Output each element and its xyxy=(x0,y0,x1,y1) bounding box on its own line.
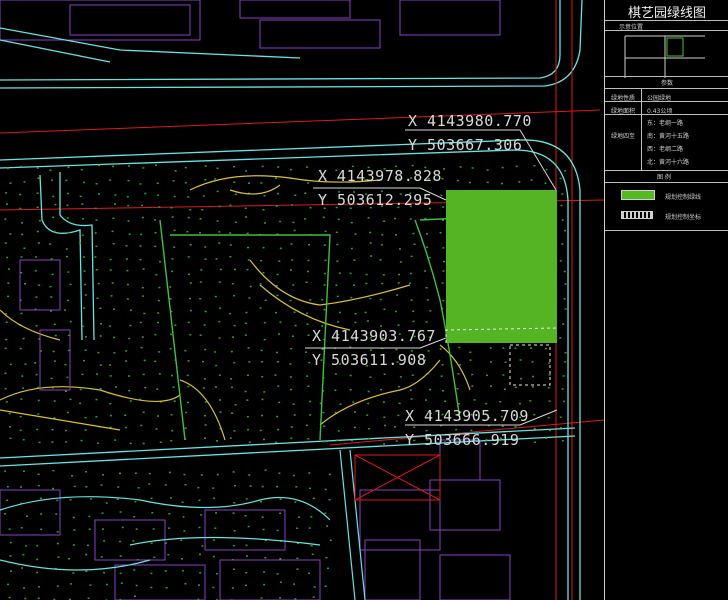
param-value: 西：老纲二路 xyxy=(647,146,684,153)
coord-label-2-y: Y 503612.295 xyxy=(318,191,433,209)
coord-label-2-x: X 4143978.828 xyxy=(318,167,442,185)
coord-label-4-y: Y 503666.919 xyxy=(405,431,520,449)
panel-divider xyxy=(605,170,728,171)
param-value: 南：黄河十五路 xyxy=(647,133,690,140)
panel-divider xyxy=(605,182,728,183)
param-value: 东：老纲一路 xyxy=(647,120,684,127)
title-block-panel: 棋艺园绿线图 示意位置 参数 绿地性质 公园绿地 绿地面积 0.43公顷 东：老… xyxy=(604,0,728,600)
coord-label-4-x: X 4143905.709 xyxy=(405,407,529,425)
panel-divider xyxy=(605,30,728,31)
legend-label: 规划控制坐标 xyxy=(665,214,702,221)
location-diagram xyxy=(624,35,705,78)
panel-divider xyxy=(605,76,728,77)
panel-divider xyxy=(605,20,728,21)
coord-label-3-y: Y 503611.908 xyxy=(312,351,427,369)
param-value: 北：黄河十六路 xyxy=(647,159,690,166)
coord-label-1-x: X 4143980.770 xyxy=(408,112,532,130)
top-roads xyxy=(0,0,583,89)
green-control-area[interactable] xyxy=(446,190,557,343)
panel-divider xyxy=(605,101,728,102)
cad-drawing-canvas[interactable]: X 4143980.770 Y 503667.306 X 4143978.828… xyxy=(0,0,604,600)
coord-label-1-y: Y 503667.306 xyxy=(408,136,523,154)
legend-swatch-green-line xyxy=(621,190,655,200)
section-title: 参数 xyxy=(661,80,674,87)
bottom-buildings xyxy=(0,259,511,600)
legend-title: 图 例 xyxy=(657,174,671,181)
intersection-lines xyxy=(354,454,441,501)
panel-divider xyxy=(605,230,728,231)
contour-lines xyxy=(0,175,471,441)
drawing-title: 棋艺园绿线图 xyxy=(627,6,706,21)
panel-divider xyxy=(605,114,728,115)
legend-swatch-coordinate xyxy=(621,211,653,219)
param-key: 绿地四至 xyxy=(611,133,636,140)
legend-label: 规划控制绿线 xyxy=(665,194,702,201)
map-drawing xyxy=(0,0,604,600)
panel-divider xyxy=(605,88,728,89)
coord-label-3-x: X 4143903.767 xyxy=(312,327,436,345)
top-buildings xyxy=(0,0,501,49)
